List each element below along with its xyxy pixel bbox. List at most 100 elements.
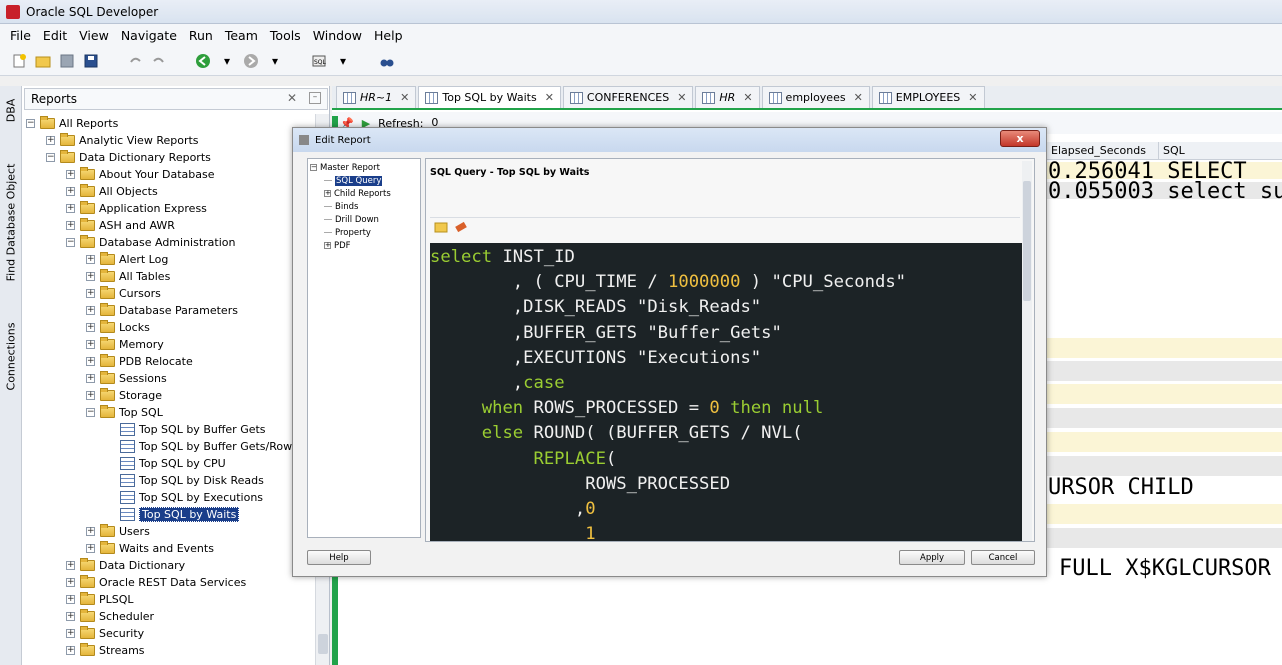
tree-item-folder[interactable]: + All Objects (66, 183, 158, 200)
expand-icon[interactable]: + (86, 391, 95, 400)
grid-row[interactable] (1046, 456, 1282, 476)
column-sql[interactable]: SQL (1158, 141, 1282, 160)
nav-item[interactable]: + Child Reports (324, 187, 391, 200)
tree-item-folder[interactable]: + Users (86, 523, 150, 540)
expand-icon[interactable]: + (66, 629, 75, 638)
column-elapsed-seconds[interactable]: Elapsed_Seconds (1046, 141, 1158, 160)
menu-edit[interactable]: Edit (37, 28, 73, 43)
menu-run[interactable]: Run (183, 28, 219, 43)
menu-tools[interactable]: Tools (264, 28, 307, 43)
tree-item-folder[interactable]: + PLSQL (66, 591, 134, 608)
collapse-icon[interactable]: − (86, 408, 95, 417)
forward-dropdown-icon[interactable]: ▾ (266, 52, 284, 70)
tree-item-folder[interactable]: + About Your Database (66, 166, 214, 183)
sql-worksheet-icon[interactable]: SQL (310, 52, 328, 70)
expand-icon[interactable]: + (86, 255, 95, 264)
close-tab-icon[interactable]: ✕ (400, 91, 409, 104)
tree-item-folder[interactable]: + ASH and AWR (66, 217, 175, 234)
grid-row[interactable] (1046, 361, 1282, 381)
editor-tab[interactable]: employees ✕ (761, 86, 870, 108)
close-tab-icon[interactable]: ✕ (743, 91, 752, 104)
tree-item-folder[interactable]: + All Tables (86, 268, 170, 285)
tree-item-folder[interactable]: − Data Dictionary Reports (46, 149, 211, 166)
tree-item-report[interactable]: Top SQL by Buffer Gets (106, 421, 266, 438)
menu-file[interactable]: File (4, 28, 37, 43)
expand-icon[interactable]: + (46, 136, 55, 145)
tree-item-folder[interactable]: + Sessions (86, 370, 167, 387)
expand-icon[interactable]: + (86, 340, 95, 349)
open-folder-icon[interactable] (434, 221, 448, 236)
expand-icon[interactable]: + (86, 306, 95, 315)
expand-icon[interactable]: + (66, 204, 75, 213)
tree-item-folder[interactable]: − Database Administration (66, 234, 235, 251)
tree-item-report[interactable]: Top SQL by Disk Reads (106, 472, 264, 489)
tree-item-folder[interactable]: + PDB Relocate (86, 353, 193, 370)
nav-item[interactable]: Binds (324, 200, 358, 213)
editor-tab[interactable]: CONFERENCES ✕ (562, 86, 694, 108)
grid-row[interactable] (1046, 504, 1282, 524)
undo-icon[interactable] (126, 52, 144, 70)
nav-item[interactable]: − Master Report (310, 161, 380, 174)
tree-item-folder[interactable]: − All Reports (26, 115, 118, 132)
nav-item[interactable]: SQL Query (324, 174, 383, 187)
expand-icon[interactable]: + (86, 357, 95, 366)
expand-icon[interactable]: + (324, 242, 331, 249)
tree-item-folder[interactable]: + Alert Log (86, 251, 168, 268)
close-tab-icon[interactable]: ✕ (968, 91, 977, 104)
expand-icon[interactable]: + (66, 187, 75, 196)
close-tab-icon[interactable]: ✕ (677, 91, 686, 104)
collapse-icon[interactable]: − (310, 164, 317, 171)
expand-icon[interactable]: + (66, 612, 75, 621)
redo-icon[interactable] (150, 52, 168, 70)
eraser-icon[interactable] (454, 221, 468, 236)
close-tab-icon[interactable]: ✕ (545, 91, 554, 104)
expand-icon[interactable]: + (86, 272, 95, 281)
expand-icon[interactable]: + (86, 527, 95, 536)
grid-row[interactable] (1046, 384, 1282, 404)
expand-icon[interactable]: + (66, 221, 75, 230)
editor-tab[interactable]: EMPLOYEES ✕ (871, 86, 985, 108)
binoculars-icon[interactable] (378, 52, 396, 70)
tree-item-report[interactable]: Top SQL by Waits (106, 506, 240, 523)
cancel-button[interactable]: Cancel (971, 550, 1035, 565)
menu-window[interactable]: Window (307, 28, 368, 43)
grid-row[interactable] (1046, 408, 1282, 428)
side-tab-dba[interactable]: DBA (1, 90, 21, 130)
expand-icon[interactable]: + (66, 170, 75, 179)
tree-item-folder[interactable]: − Top SQL (86, 404, 163, 421)
expand-icon[interactable]: + (66, 561, 75, 570)
expand-icon[interactable]: + (86, 374, 95, 383)
expand-icon[interactable]: + (324, 190, 331, 197)
minimize-icon[interactable]: – (309, 92, 321, 104)
editor-tab[interactable]: HR~1 ✕ (336, 86, 417, 108)
grid-row[interactable] (1046, 432, 1282, 452)
menu-navigate[interactable]: Navigate (115, 28, 183, 43)
expand-icon[interactable]: + (66, 646, 75, 655)
menu-team[interactable]: Team (219, 28, 264, 43)
tree-item-folder[interactable]: + Security (66, 625, 144, 642)
menu-view[interactable]: View (73, 28, 115, 43)
dialog-close-button[interactable]: x (1000, 130, 1040, 147)
save-all-icon[interactable] (82, 52, 100, 70)
tree-item-folder[interactable]: + Streams (66, 642, 145, 659)
tree-item-folder[interactable]: + Application Express (66, 200, 207, 217)
tree-item-folder[interactable]: + Database Parameters (86, 302, 238, 319)
tree-item-folder[interactable]: + Data Dictionary (66, 557, 185, 574)
back-icon[interactable] (194, 52, 212, 70)
expand-icon[interactable]: + (66, 595, 75, 604)
forward-icon[interactable] (242, 52, 260, 70)
help-button[interactable]: Help (307, 550, 371, 565)
tree-item-folder[interactable]: + Oracle REST Data Services (66, 574, 246, 591)
sql-pane-scrollbar[interactable] (1022, 161, 1032, 541)
tree-item-report[interactable]: Top SQL by CPU (106, 455, 226, 472)
tree-item-folder[interactable]: + Storage (86, 387, 162, 404)
close-icon[interactable]: ✕ (287, 91, 297, 105)
grid-row[interactable] (1046, 528, 1282, 548)
side-tab-find-database-object[interactable]: Find Database Object (1, 142, 21, 302)
grid-row[interactable] (1046, 338, 1282, 358)
tree-item-folder[interactable]: + Waits and Events (86, 540, 214, 557)
tree-item-folder[interactable]: + Locks (86, 319, 150, 336)
nav-item[interactable]: Drill Down (324, 213, 379, 226)
collapse-icon[interactable]: − (66, 238, 75, 247)
open-folder-icon[interactable] (34, 52, 52, 70)
